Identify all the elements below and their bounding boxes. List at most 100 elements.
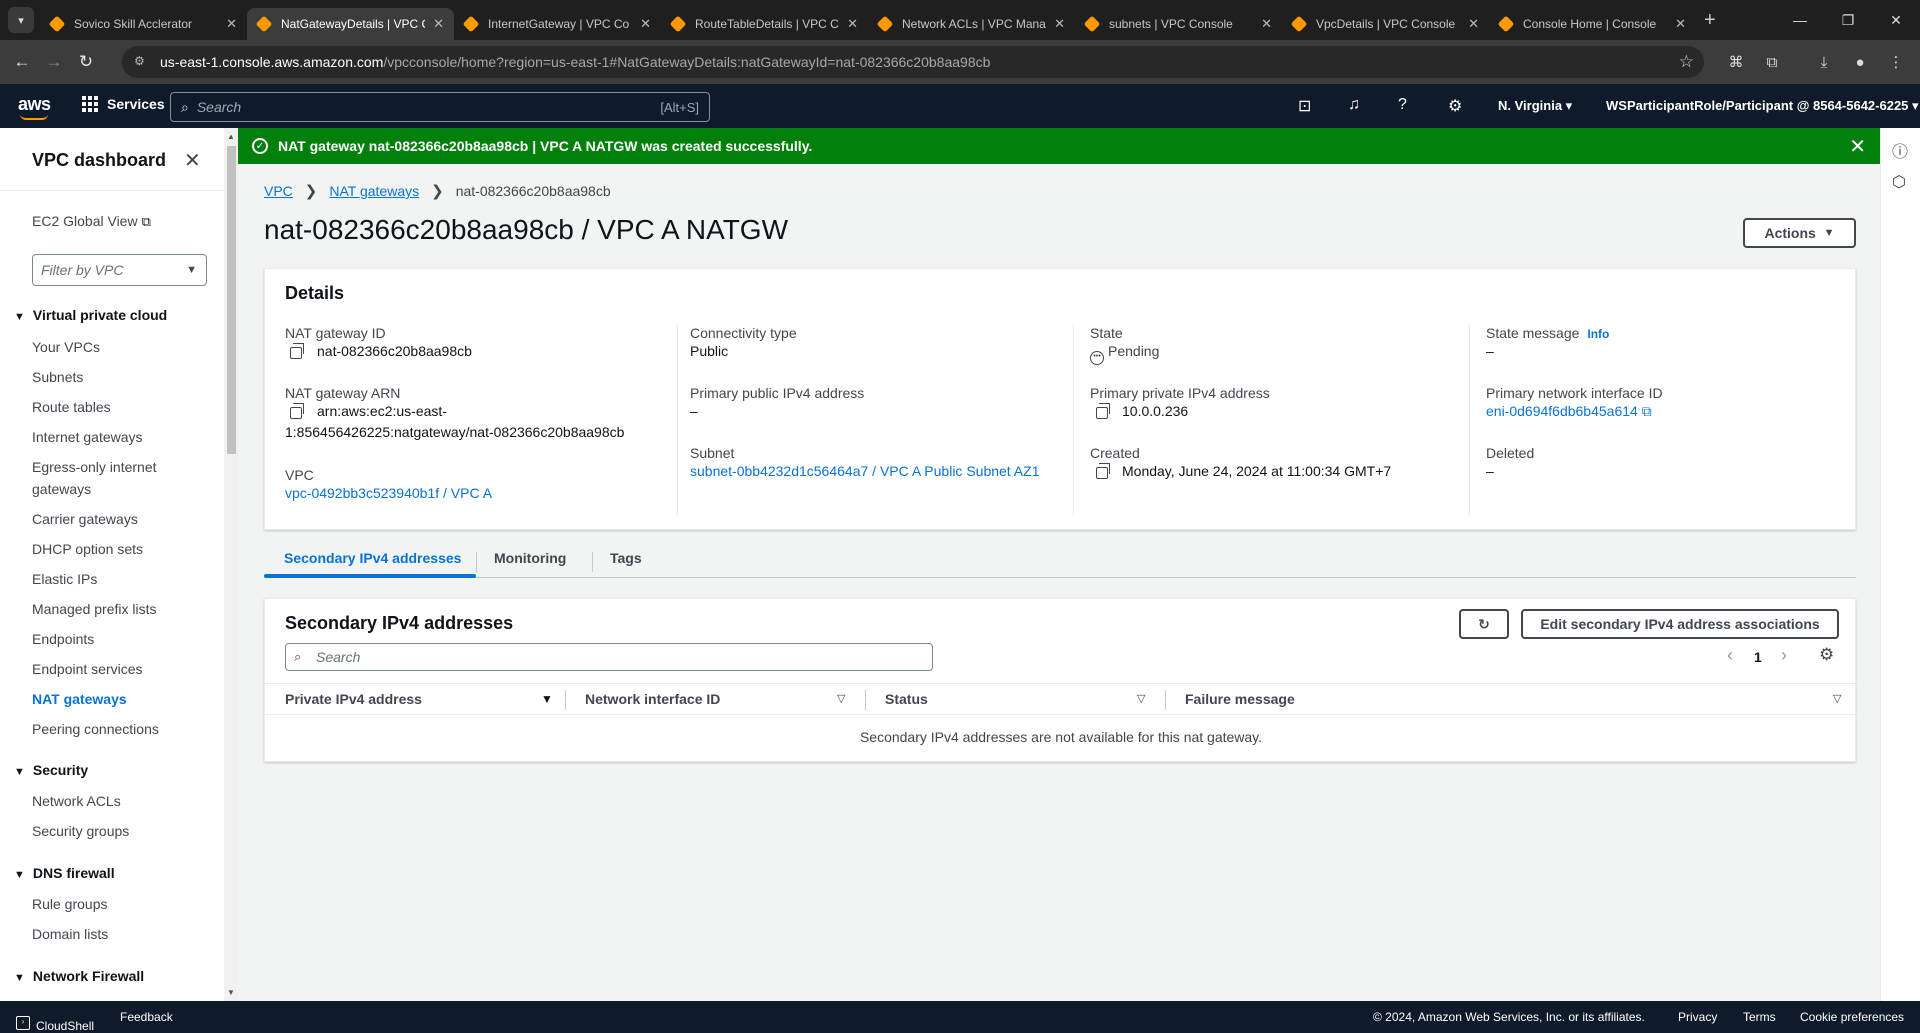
sidebar-item-rule-groups[interactable]: Rule groups <box>32 893 192 915</box>
info-link[interactable]: Info <box>1587 327 1609 341</box>
account-menu[interactable]: WSParticipantRole/Participant @ 8564-564… <box>1606 98 1919 114</box>
privacy-link[interactable]: Privacy <box>1678 1010 1717 1024</box>
sidebar-scrollbar-thumb[interactable] <box>227 146 236 454</box>
cookie-preferences-link[interactable]: Cookie preferences <box>1800 1010 1904 1024</box>
close-tab-icon[interactable]: ✕ <box>1261 16 1272 32</box>
copy-icon[interactable] <box>1096 403 1110 419</box>
browser-tab[interactable]: Sovico Skill Acclerator ✕ <box>40 8 247 40</box>
breadcrumb-vpc[interactable]: VPC <box>264 183 293 199</box>
copy-icon[interactable] <box>290 403 304 419</box>
tab-tags[interactable]: Tags <box>610 550 642 566</box>
sidebar-item-nat-gateways[interactable]: NAT gateways <box>32 688 192 710</box>
previous-page-icon[interactable]: ‹ <box>1727 645 1733 666</box>
sidebar-title[interactable]: VPC dashboard <box>32 150 166 171</box>
browser-tab-active[interactable]: NatGatewayDetails | VPC C ✕ <box>247 8 454 40</box>
aws-logo[interactable]: aws <box>18 94 51 120</box>
tab-secondary-ipv4[interactable]: Secondary IPv4 addresses <box>284 550 461 566</box>
feedback-link[interactable]: Feedback <box>120 1010 173 1024</box>
column-status[interactable]: Status <box>885 691 928 707</box>
vpc-link[interactable]: vpc-0492bb3c523940b1f / VPC A <box>285 485 492 501</box>
sidebar-item-peering-connections[interactable]: Peering connections <box>32 718 192 740</box>
tools-hex-icon[interactable]: ⬡ <box>1892 172 1906 192</box>
network-interface-link[interactable]: eni-0d694f6db6b45a614 ⧉ <box>1486 403 1652 420</box>
sidebar-item-route-tables[interactable]: Route tables <box>32 396 192 418</box>
sidebar-item-your-vpcs[interactable]: Your VPCs <box>32 336 192 358</box>
forward-icon[interactable]: → <box>40 48 68 76</box>
aws-search-input[interactable]: ⌕ Search [Alt+S] <box>170 92 710 122</box>
sidebar-item-egress-only-internet-gateways[interactable]: Egress-only internet gateways <box>32 456 182 500</box>
section-network-firewall[interactable]: ▼ Network Firewall <box>14 968 144 984</box>
column-network-interface-id[interactable]: Network interface ID <box>585 691 720 707</box>
dismiss-flash-icon[interactable]: ✕ <box>1849 134 1866 159</box>
sidebar-item-subnets[interactable]: Subnets <box>32 366 192 388</box>
tab-search-icon[interactable]: ▾ <box>8 7 34 33</box>
sidebar-item-endpoint-services[interactable]: Endpoint services <box>32 658 192 680</box>
edit-secondary-ipv4-button[interactable]: Edit secondary IPv4 address associations <box>1521 609 1839 639</box>
site-info-icon[interactable]: ⚙ <box>134 54 150 70</box>
address-bar[interactable]: ⚙ us-east-1.console.aws.amazon.com/vpcco… <box>122 46 1704 78</box>
copy-icon[interactable] <box>290 343 304 359</box>
bookmark-star-icon[interactable]: ☆ <box>1679 52 1694 72</box>
sidebar-item-network-acls[interactable]: Network ACLs <box>32 790 192 812</box>
sidebar-item-ec2-global-view[interactable]: EC2 Global View ⧉ <box>32 213 151 230</box>
tab-monitoring[interactable]: Monitoring <box>494 550 566 566</box>
sidebar-item-dhcp-option-sets[interactable]: DHCP option sets <box>32 538 192 560</box>
browser-tab[interactable]: RouteTableDetails | VPC C ✕ <box>661 8 868 40</box>
settings-gear-icon[interactable]: ⚙ <box>1448 96 1462 116</box>
secondary-ipv4-search-input[interactable]: ⌕ Search <box>285 643 933 671</box>
sort-icon[interactable]: ▽ <box>1833 692 1841 705</box>
scroll-down-icon[interactable]: ▼ <box>227 988 235 997</box>
terms-link[interactable]: Terms <box>1743 1010 1776 1024</box>
table-preferences-gear-icon[interactable]: ⚙ <box>1819 645 1834 665</box>
browser-tab[interactable]: InternetGateway | VPC Co ✕ <box>454 8 661 40</box>
page-number[interactable]: 1 <box>1754 649 1762 665</box>
minimize-icon[interactable]: — <box>1776 0 1824 40</box>
cloudshell-icon[interactable]: ⊡ <box>1298 96 1311 116</box>
breadcrumb-nat-gateways[interactable]: NAT gateways <box>329 183 419 199</box>
services-menu[interactable]: Services <box>82 96 165 112</box>
translate-icon[interactable]: ⌘ <box>1722 48 1750 76</box>
close-tab-icon[interactable]: ✕ <box>1675 16 1686 32</box>
cloudshell-button[interactable]: › CloudShell <box>16 1010 94 1033</box>
help-icon[interactable]: ? <box>1398 96 1407 114</box>
maximize-icon[interactable]: ❐ <box>1824 0 1872 40</box>
reload-icon[interactable]: ↻ <box>72 48 100 76</box>
close-tab-icon[interactable]: ✕ <box>640 16 651 32</box>
filter-by-vpc-select[interactable]: Filter by VPC ▼ <box>32 254 207 286</box>
copy-icon[interactable] <box>1096 463 1110 479</box>
profile-icon[interactable]: ● <box>1846 48 1874 76</box>
close-sidebar-icon[interactable]: ✕ <box>184 148 201 173</box>
close-tab-icon[interactable]: ✕ <box>226 16 237 32</box>
column-private-ipv4[interactable]: Private IPv4 address <box>285 691 422 707</box>
back-icon[interactable]: ← <box>8 48 36 76</box>
sort-icon[interactable]: ▽ <box>1137 692 1145 705</box>
actions-button[interactable]: Actions ▼ <box>1743 218 1856 248</box>
browser-tab[interactable]: VpcDetails | VPC Console ✕ <box>1282 8 1489 40</box>
sidebar-item-internet-gateways[interactable]: Internet gateways <box>32 426 192 448</box>
close-tab-icon[interactable]: ✕ <box>847 16 858 32</box>
download-icon[interactable]: ⤓ <box>1810 48 1838 76</box>
sort-icon[interactable]: ▽ <box>837 692 845 705</box>
extensions-icon[interactable]: ⧉ <box>1758 48 1786 76</box>
scroll-up-icon[interactable]: ▲ <box>227 132 235 141</box>
sidebar-item-elastic-ips[interactable]: Elastic IPs <box>32 568 192 590</box>
close-window-icon[interactable]: ✕ <box>1872 0 1920 40</box>
section-security[interactable]: ▼ Security <box>14 762 88 778</box>
sidebar-item-carrier-gateways[interactable]: Carrier gateways <box>32 508 192 530</box>
info-panel-icon[interactable]: ⓘ <box>1892 138 1908 162</box>
sidebar-item-endpoints[interactable]: Endpoints <box>32 628 192 650</box>
section-dns-firewall[interactable]: ▼ DNS firewall <box>14 865 115 881</box>
column-failure-message[interactable]: Failure message <box>1185 691 1295 707</box>
browser-tab[interactable]: Network ACLs | VPC Mana ✕ <box>868 8 1075 40</box>
next-page-icon[interactable]: › <box>1781 645 1787 666</box>
close-tab-icon[interactable]: ✕ <box>433 16 444 32</box>
close-tab-icon[interactable]: ✕ <box>1054 16 1065 32</box>
sort-desc-icon[interactable]: ▼ <box>541 692 553 706</box>
sidebar-item-security-groups[interactable]: Security groups <box>32 820 192 842</box>
browser-menu-icon[interactable]: ⋮ <box>1882 48 1910 76</box>
notifications-bell-icon[interactable]: ♫ <box>1348 96 1360 114</box>
close-tab-icon[interactable]: ✕ <box>1468 16 1479 32</box>
sidebar-item-managed-prefix-lists[interactable]: Managed prefix lists <box>32 598 192 620</box>
refresh-button[interactable]: ↻ <box>1459 609 1509 639</box>
section-virtual-private-cloud[interactable]: ▼ Virtual private cloud <box>14 307 167 323</box>
